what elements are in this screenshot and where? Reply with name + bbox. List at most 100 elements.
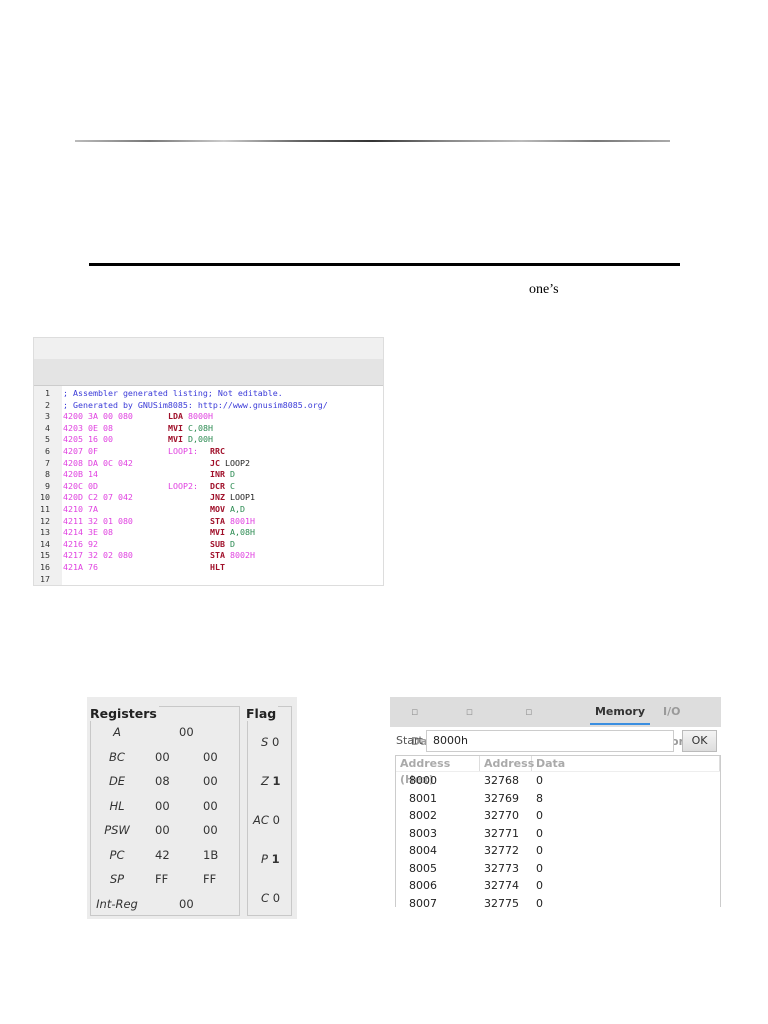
tab-bar: ▫ Data▫ Stack▫ KeyPad Memory I/O Ports	[390, 697, 721, 748]
cell-address-hex: 8001	[409, 791, 437, 805]
code-instruction: INR D	[210, 469, 235, 481]
line-number: 11	[40, 503, 50, 514]
table-row[interactable]: 8003 32771 0	[396, 825, 720, 843]
code-address-bytes: 4216 92	[63, 538, 98, 549]
code-comment: ; Assembler generated listing; Not edita…	[63, 388, 283, 398]
code-line: 5 4205 16 00 MVI D,00H	[34, 434, 383, 446]
start-address-input[interactable]: 8000h	[426, 730, 674, 752]
column-header-address-hex[interactable]: Address (Hex)	[396, 756, 480, 786]
register-high-value: 00	[155, 798, 170, 813]
memory-panel: ▫ Data▫ Stack▫ KeyPad Memory I/O Ports Sta…	[390, 697, 721, 907]
tab-memory[interactable]: Memory	[586, 697, 654, 727]
cell-address-hex: 8004	[409, 844, 437, 857]
code-mnemonic: INR	[210, 469, 225, 480]
tab-label: Memory	[594, 705, 645, 718]
column-header-data[interactable]: Data	[532, 756, 720, 771]
code-address-bytes: 4205 16 00	[63, 434, 113, 445]
body-text: one’s	[529, 282, 559, 297]
start-label: Start	[396, 734, 423, 747]
cell-address-hex: 8002	[409, 809, 437, 822]
cell-address: 32773	[484, 861, 519, 875]
register-row: PSW 00 00	[87, 823, 237, 839]
code-comment: ; Generated by GNUSim8085: http://www.gn…	[63, 399, 328, 410]
line-number: 2	[45, 399, 50, 410]
code-line: 9 420C 0D LOOP2: DCR C	[34, 481, 383, 493]
code-mnemonic: MVI	[168, 434, 183, 445]
cell-data: 8	[536, 791, 543, 805]
line-number: 4	[45, 422, 50, 433]
line-number: 10	[40, 492, 50, 503]
code-mnemonic: STA	[210, 515, 225, 526]
register-row: BC 00 00	[87, 750, 237, 766]
code-address-bytes: 420B 14	[63, 469, 98, 480]
table-row[interactable]: 8004 32772 0	[396, 842, 720, 860]
code-mnemonic: MVI	[168, 422, 183, 433]
code-address-bytes: 420C 0D	[63, 480, 98, 491]
register-high-value: 42	[155, 847, 170, 862]
table-row[interactable]: 8005 32773 0	[396, 860, 720, 878]
code-operand: C,08H	[188, 422, 213, 433]
code-instruction: MVI A,08H	[210, 527, 255, 539]
register-low-value: 00	[203, 749, 218, 764]
code-line: 13 4214 3E 08 MVI A,08H	[34, 527, 383, 539]
table-row[interactable]: 8007 32775 0	[396, 895, 720, 908]
flag-row: S 0	[253, 735, 293, 749]
flag-value: 1	[271, 852, 280, 866]
cell-data: 0	[536, 861, 543, 875]
flag-value: 0	[272, 813, 280, 827]
tab-ioports[interactable]: I/O Ports	[654, 697, 721, 748]
code-line: 15 4217 32 02 080 STA 8002H	[34, 550, 383, 562]
line-number: 1	[45, 388, 50, 398]
column-header-address[interactable]: Address	[480, 756, 534, 771]
code-operand: LOOP2	[225, 457, 250, 468]
table-row[interactable]: 8002 32770 0	[396, 807, 720, 825]
line-number: 14	[40, 538, 50, 549]
code-mnemonic: DCR	[210, 480, 225, 491]
code-instruction: HLT	[210, 562, 225, 574]
register-low-value: 1B	[203, 847, 219, 862]
code-mnemonic: LDA	[168, 411, 183, 422]
register-high-value: 00	[155, 823, 170, 837]
cell-address-hex: 8007	[409, 896, 437, 908]
cell-address-hex: 8006	[409, 879, 437, 892]
code-address-bytes: 420D C2 07 042	[63, 492, 133, 503]
code-listing[interactable]: 1 ; Assembler generated listing; Not edit…	[34, 388, 383, 585]
code-operand: D,00H	[188, 434, 213, 445]
flag-name: Z	[261, 774, 269, 788]
flag-name: S	[261, 735, 269, 749]
code-address-bytes: 4207 0F	[63, 445, 98, 456]
flag-value: 0	[271, 735, 280, 749]
assembler-listing-panel: 1 ; Assembler generated listing; Not edit…	[33, 337, 384, 586]
table-row[interactable]: 8001 32769 8	[396, 790, 720, 808]
code-address-bytes: 4208 DA 0C 042	[63, 457, 133, 468]
code-instruction: JNZ LOOP1	[210, 492, 255, 504]
code-address-bytes: 4203 0E 08	[63, 422, 113, 433]
flag-row: Z 1	[253, 774, 293, 788]
ok-button[interactable]: OK	[682, 730, 717, 752]
flag-value: 0	[272, 891, 281, 905]
code-instruction: DCR C	[210, 481, 235, 493]
code-mnemonic: MOV	[210, 503, 225, 514]
horizontal-rule	[75, 140, 670, 142]
register-name: PSW	[104, 823, 130, 837]
register-name: HL	[109, 798, 125, 813]
tab-stack[interactable]: ▫ Stack	[457, 697, 516, 748]
table-row[interactable]: 8006 32774 0	[396, 877, 720, 895]
code-instruction: JC LOOP2	[210, 458, 250, 470]
cell-address: 32774	[484, 879, 519, 892]
tab-keypad[interactable]: ▫ KeyPad	[516, 697, 586, 748]
code-operand: D	[230, 538, 235, 549]
flag-title: Flag	[246, 706, 279, 721]
code-address-bytes: 421A 76	[63, 561, 98, 572]
cell-address-hex: 8005	[409, 861, 437, 875]
tab-data[interactable]: ▫ Data	[402, 697, 457, 748]
registers-title: Registers	[90, 706, 159, 721]
code-operand: 8001H	[230, 515, 255, 526]
register-high-value: 08	[155, 774, 170, 788]
horizontal-rule-bold	[89, 263, 680, 266]
code-line: 1 ; Assembler generated listing; Not edit…	[34, 388, 383, 400]
code-mnemonic: STA	[210, 550, 225, 561]
cell-address-hex: 8003	[409, 826, 437, 840]
table-row[interactable]: 8000 32768 0	[396, 772, 720, 790]
code-line: 14 4216 92 SUB D	[34, 539, 383, 551]
